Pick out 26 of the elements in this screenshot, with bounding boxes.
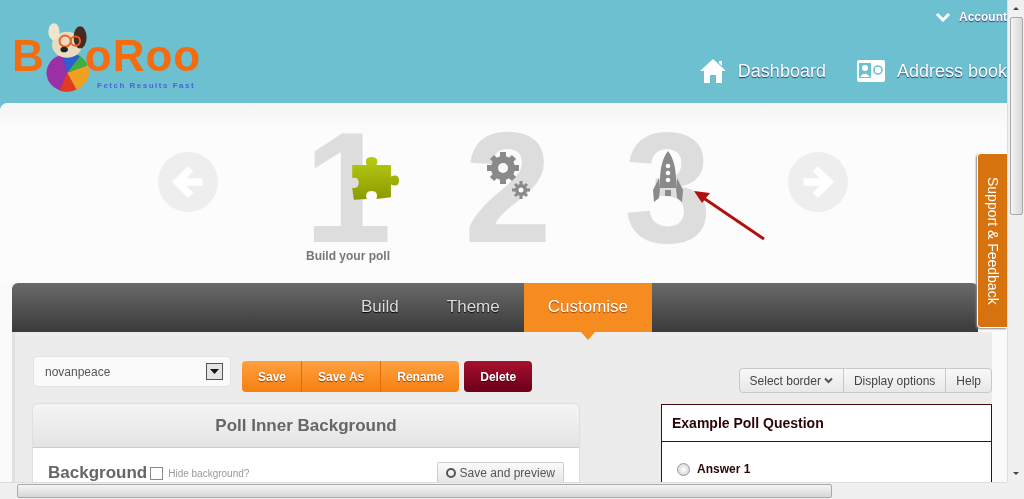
vertical-scrollbar[interactable] [1007,0,1024,482]
house-icon [698,58,727,84]
logo-wordmark: B [12,34,45,78]
horizontal-scrollbar[interactable] [0,482,1007,499]
radio-button[interactable] [677,462,690,476]
save-preview-button[interactable]: Save and preview [436,462,564,482]
logo-wordmark: oRoo [84,34,202,78]
option-button[interactable]: Display options [842,369,946,392]
support-tab[interactable]: Support & Feedback [977,153,1007,328]
theme-dropdown[interactable]: novanpeace [33,356,231,387]
chevron-down-icon [823,377,833,384]
step-label: Build your poll [305,249,391,263]
tab[interactable]: Theme [422,283,524,332]
option-button[interactable]: Select border [739,369,843,392]
poll-question: Example Poll Question [662,405,991,442]
checkbox[interactable] [150,466,164,480]
answer-label: Answer 1 [697,462,751,476]
chevron-icon [936,12,950,22]
tab[interactable]: Build [337,283,423,332]
option-button[interactable]: Help [945,369,991,392]
panel-title: Poll Inner Background [33,404,579,448]
section-heading: Background [48,463,148,482]
action-button[interactable]: Delete [464,361,533,392]
contact-card-icon [855,59,886,83]
checkbox-label: Hide background? [168,467,250,479]
logo-tagline: Fetch Results Fast [97,82,196,90]
